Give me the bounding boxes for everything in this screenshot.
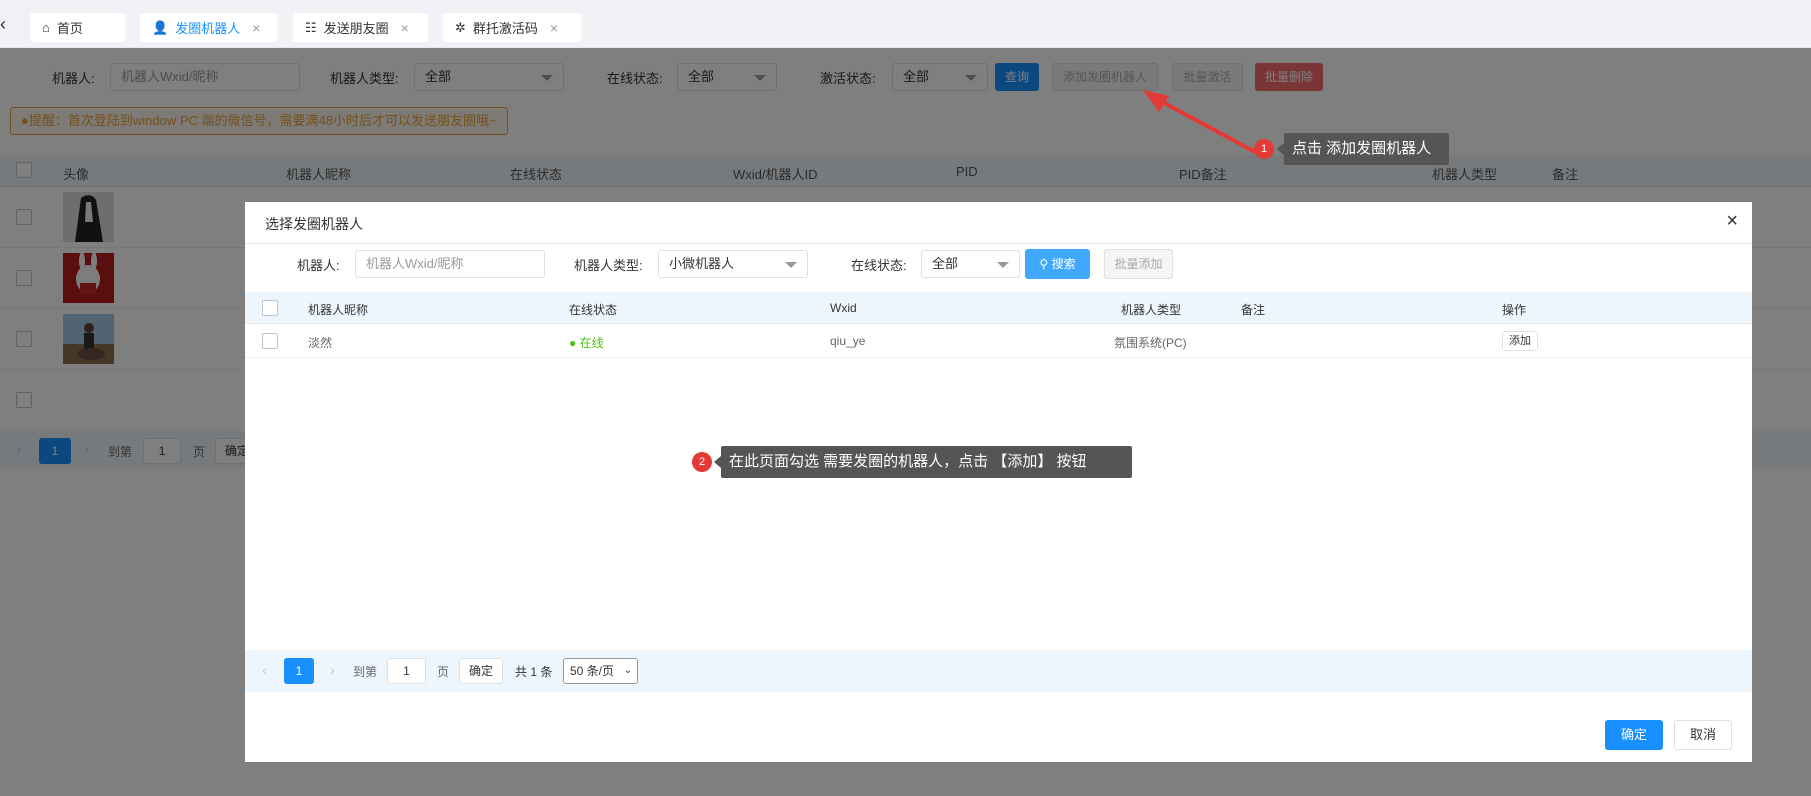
add-robot-row-button[interactable]: 添加 [1502,331,1538,351]
page-unit: 页 [437,665,450,679]
annotation-tooltip: 点击 添加发圈机器人 [1277,133,1449,165]
next-page-icon[interactable]: › [330,662,335,678]
tab-label: 发送朋友圈 [323,21,389,36]
type-select-value: 小微机器人 [669,256,735,271]
header-note: 备注 [1241,303,1266,317]
search-icon: ⚲ [1039,257,1049,271]
online-label: 在线状态: [851,258,907,273]
close-icon[interactable]: × [401,20,409,36]
tab-label: 群托激活码 [472,21,538,36]
page-number[interactable]: 1 [284,658,314,684]
header-wxid: Wxid [830,301,857,315]
list-icon: ☷ [305,19,317,35]
chevron-down-icon [785,262,797,268]
robot-label: 机器人: [297,258,340,273]
online-select-value: 全部 [932,256,959,271]
chevron-down-icon [997,262,1009,268]
tab-activation[interactable]: ✲ 群托激活码 × [443,13,581,42]
annotation-tooltip: 在此页面勾选 需要发圈的机器人，点击 【添加】 按钮 [714,446,1132,478]
tab-home[interactable]: ⌂ 首页 [30,13,125,42]
annotation-badge: 2 [692,452,712,472]
dialog-robot-search-input[interactable]: 机器人Wxid/昵称 [355,250,545,278]
palm-icon: ✲ [455,19,466,35]
goto-label: 到第 [353,665,378,679]
tab-moments[interactable]: ☷ 发送朋友圈 × [293,13,428,42]
user-icon: 👤 [152,19,169,35]
robot-nickname: 淡然 [308,336,333,350]
close-icon[interactable]: × [252,20,260,36]
tab-label: 发圈机器人 [175,21,241,36]
dialog-title: 选择发圈机器人 [265,216,363,232]
header-action: 操作 [1502,303,1527,317]
type-label: 机器人类型: [574,258,643,273]
annotation-badge: 1 [1254,139,1274,159]
dialog-type-select[interactable]: 小微机器人 [658,250,808,278]
prev-page-icon[interactable]: ‹ [262,662,267,678]
back-arrow-icon[interactable]: ‹ [0,14,6,35]
dialog-table-header: 机器人昵称 在线状态 Wxid 机器人类型 备注 操作 [245,292,1752,324]
robot-type: 氛围系统(PC) [1114,336,1187,350]
cancel-button[interactable]: 取消 [1674,720,1732,750]
tab-robot[interactable]: 👤 发圈机器人 × [140,13,277,42]
row-checkbox[interactable] [262,333,278,349]
close-icon[interactable]: × [1726,210,1738,233]
ok-button[interactable]: 确定 [1605,720,1663,750]
search-button-label: 搜索 [1051,257,1076,271]
divider [245,243,1752,244]
dialog-online-select[interactable]: 全部 [921,250,1020,278]
online-status: ● 在线 [569,336,604,350]
total-count: 共 1 条 [515,665,553,679]
page-size-select[interactable]: 50 条/页 ⌄ [563,658,638,684]
tab-bar: ‹ ⌂ 首页 👤 发圈机器人 × ☷ 发送朋友圈 × ✲ 群托激活码 × [0,0,1811,48]
header-online: 在线状态 [569,303,618,317]
batch-add-button[interactable]: 批量添加 [1104,249,1173,279]
robot-wxid: qiu_ye [830,334,866,348]
close-icon[interactable]: × [550,20,558,36]
goto-input[interactable]: 1 [387,658,426,684]
table-row: 淡然 ● 在线 qiu_ye 氛围系统(PC) 添加 [245,324,1752,358]
annotation-arrow-icon [1143,90,1258,155]
search-button[interactable]: ⚲ 搜索 [1025,249,1090,279]
header-robot-type: 机器人类型 [1121,303,1182,317]
tab-label: 首页 [56,21,83,36]
goto-confirm-button[interactable]: 确定 [459,658,503,684]
select-all-checkbox[interactable] [262,300,278,316]
page-size-value: 50 条/页 [570,664,615,678]
select-robot-dialog: 选择发圈机器人 × 机器人: 机器人Wxid/昵称 机器人类型: 小微机器人 在… [245,202,1752,762]
chevron-down-icon: ⌄ [623,665,632,676]
dialog-pagination: ‹ 1 › 到第 1 页 确定 共 1 条 50 条/页 ⌄ [245,650,1752,692]
home-icon: ⌂ [42,20,50,35]
header-nickname: 机器人昵称 [308,303,369,317]
